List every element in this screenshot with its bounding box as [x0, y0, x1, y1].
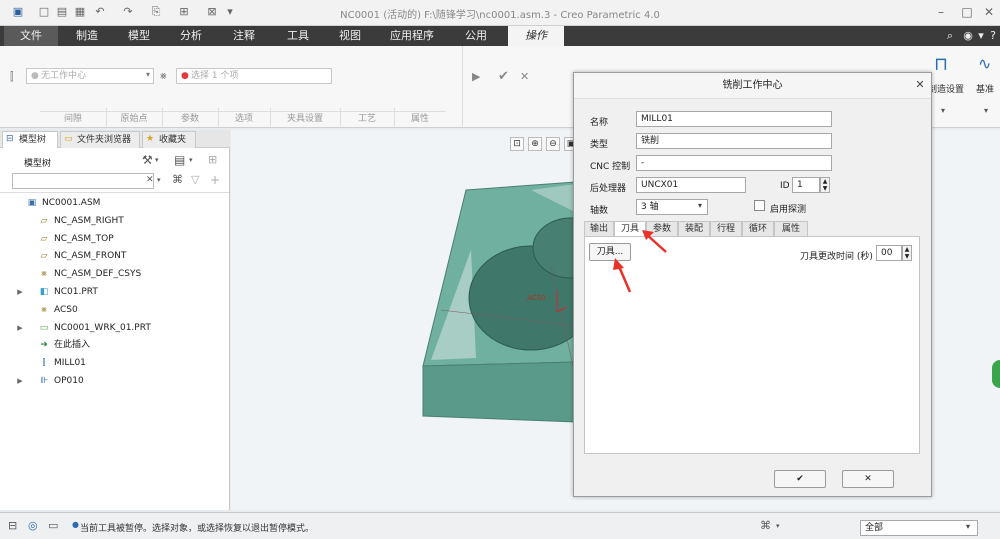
- annotation-overlay: [613, 230, 667, 293]
- side-widget[interactable]: [992, 360, 1000, 388]
- find-status-arrow-icon[interactable]: ▾: [776, 522, 780, 530]
- filter-arrow-icon[interactable]: ▾: [966, 522, 970, 531]
- status-message: 当前工具被暂停。选择对象，或选择恢复以退出暂停模式。: [80, 524, 315, 534]
- status-bar: ⊟ ◎ ▭ ● 当前工具被暂停。选择对象，或选择恢复以退出暂停模式。 ⌘ ▾ 全…: [0, 512, 1000, 539]
- find-status-icon[interactable]: ⌘: [760, 519, 771, 532]
- status-window-icon[interactable]: ▭: [48, 519, 58, 532]
- selection-filter[interactable]: 全部: [860, 520, 978, 536]
- message-bullet-icon: ●: [72, 520, 79, 529]
- status-panel-icon[interactable]: ⊟: [8, 519, 17, 532]
- status-globe-icon[interactable]: ◎: [28, 519, 38, 532]
- arrow-head: [613, 258, 624, 270]
